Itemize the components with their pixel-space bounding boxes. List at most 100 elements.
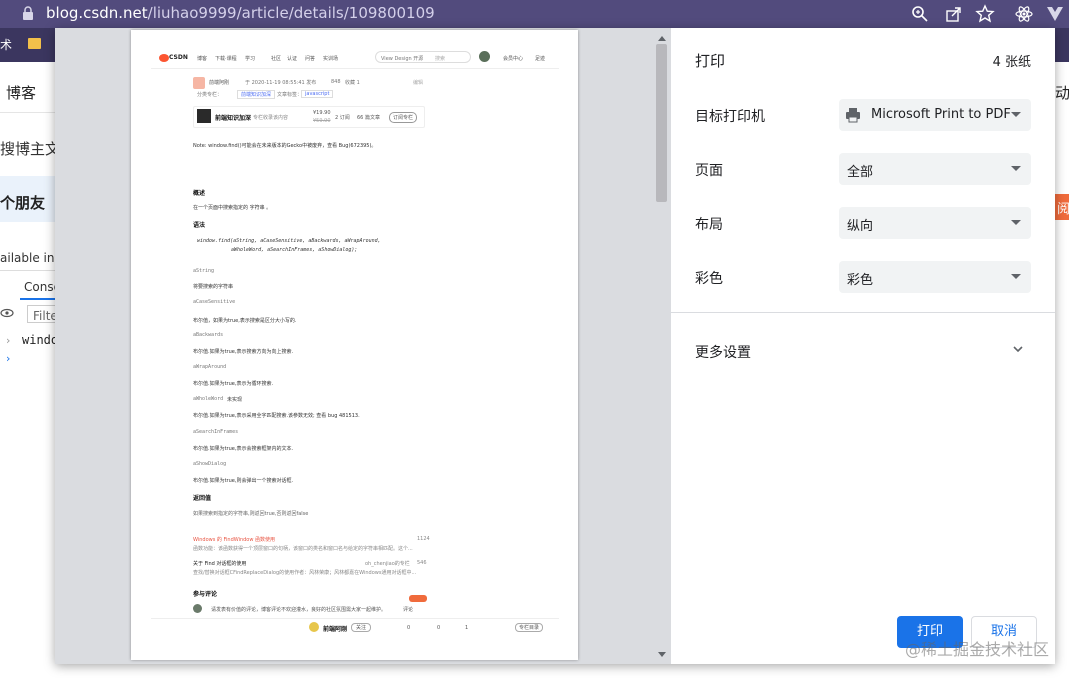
watermark: @稀土掘金技术社区 [904,640,1049,659]
print-settings-panel: 打印 4 张纸 目标打印机 Microsoft Print to PDF 页面 … [671,28,1055,664]
user-link: 足迹 [535,56,546,62]
pages-value: 全部 [847,165,874,180]
color-label: 彩色 [695,271,723,287]
param-desc: 未实现 [227,397,243,403]
eye-icon[interactable] [0,306,14,320]
footer-author: 前端阿刚 [323,626,348,633]
favorite-count: 收藏 1 [345,80,360,86]
lock-icon [23,6,33,20]
destination-value: Microsoft Print to PDF [871,107,1011,122]
bookmark-star-icon[interactable] [975,4,995,24]
category-tag: 前端知识加深 [237,90,276,99]
search-hint: 搜索 [435,56,446,62]
share-icon[interactable] [944,4,964,24]
nav-item: 认证 [287,56,298,62]
search-box-text: 搜博主文 [0,140,55,158]
console-tab[interactable]: Conso [24,280,55,294]
code-line: aWholeWord, aSearchInFrames, aShowDialog… [231,247,358,253]
column-articles: 66 篇文章 [357,115,380,121]
background-page-right: em 动 阅 [1055,62,1069,680]
related-desc: 函数功能：该函数获得一个顶层窗口的句柄，该窗口的类名和窗口名与给定的字符串相匹配… [193,546,413,552]
comment-hint: 请发表有价值的评论，博客评论不欢迎灌水，良好的社区氛围需大家一起维护。 [211,607,387,613]
chevron-down-icon[interactable] [1011,342,1025,356]
original-badge [193,77,205,89]
scroll-down-icon[interactable] [658,652,666,657]
star-count: 1 [465,625,469,631]
preview-scrollbar[interactable] [653,36,667,664]
param-desc: 布尔值.如果为true,表示会搜索框架内的文本. [193,446,294,452]
nav-item: 实训场 [323,56,339,62]
bg-mid-text: 动 [1055,84,1069,102]
param-name: aWrapAround [193,364,227,370]
friends-text: 个朋友 [0,194,46,212]
nav-item: 学习 [245,56,256,62]
chevron-down-icon [1011,220,1021,225]
column-name: 前端知识加深 [215,115,252,122]
column-price: ¥19.90 [313,110,331,116]
avatar [193,604,202,613]
color-value: 彩色 [847,273,874,288]
param-name: aWholeWord [193,396,224,402]
nav-item: 下载·课程 [215,56,237,62]
code-line: window.find(aString, aCaseSensitive, aBa… [197,238,381,244]
url-host: blog.csdn.net [46,4,148,22]
column-dir-button: 专栏目录 [515,623,544,632]
scroll-thumb[interactable] [656,44,667,202]
like-count: 0 [407,625,411,631]
publish-date: 于 2020-11-19 08:55:41 发布 [245,80,317,86]
zoom-icon[interactable] [910,4,930,24]
preview-page: CSDN 博客 下载·课程 学习 社区 认证 问答 实训场 View Desig… [131,30,578,660]
syntax-title: 语法 [193,222,206,229]
chevron-down-icon [1011,274,1021,279]
view-count: 848 [331,79,341,85]
hot-badge [409,595,427,602]
return-text: 如果搜索到指定的字符串,则返回true,否则返回false [193,511,309,517]
return-title: 返回值 [193,495,212,502]
article-tag: javascript [301,90,334,98]
bookmark-item[interactable]: 术 [0,36,12,53]
color-select[interactable]: 彩色 [839,261,1031,293]
browser-url-bar: blog.csdn.net/liuhao9999/article/details… [0,0,1069,28]
divider [671,312,1055,313]
extension-react-icon[interactable] [1014,4,1034,24]
param-name: aShowDialog [193,461,227,467]
sheet-count: 4 张纸 [992,55,1031,70]
param-desc: 布尔值.如果为true,表示采用全字匹配搜索.该参数无效; 查看 bug 481… [193,413,360,419]
related-author: oh_chenjiao的专栏 [365,561,410,567]
param-desc: 布尔值.如果为true,表示为循环搜索. [193,381,274,387]
nav-item: 社区 [271,56,282,62]
column-old-price: ¥59.90 [313,118,331,124]
destination-select[interactable]: Microsoft Print to PDF [839,99,1031,131]
chevron-down-icon [1011,166,1021,171]
layout-value: 纵向 [847,219,874,234]
param-name: aString [193,268,215,274]
print-dialog: CSDN 博客 下载·课程 学习 社区 认证 问答 实训场 View Desig… [55,28,1055,664]
print-preview-area: CSDN 博客 下载·课程 学习 社区 认证 问答 实训场 View Desig… [55,28,671,664]
column-subs: 2 订阅 [335,115,350,121]
related-title: 关于 Find 对话框的使用 [193,561,247,567]
extension-vue-icon[interactable] [1045,4,1065,24]
console-input-arrow[interactable]: › [6,352,10,365]
blog-tab: 博客 [6,84,37,102]
more-settings-toggle[interactable]: 更多设置 [695,342,751,362]
param-desc: 布尔值，如果为true,表示搜索是区分大小写的. [193,318,297,324]
dialog-title: 打印 [695,52,726,70]
param-desc: 布尔值.如果为true,则会弹出一个搜索对话框. [193,478,294,484]
param-desc: 将要搜索的字符串 [193,284,234,290]
related-count: 1124 [417,536,430,542]
scroll-up-icon[interactable] [658,36,666,41]
comments-title: 参与评论 [193,591,218,598]
comment-count: 0 [437,625,441,631]
bg-orange-text: 阅 [1057,202,1069,217]
avatar [479,51,490,62]
column-cover [197,109,211,123]
filter-input[interactable]: Filte [33,309,55,323]
column-desc: 专栏收录该内容 [253,115,289,121]
address-field[interactable]: blog.csdn.net/liuhao9999/article/details… [46,4,435,22]
pages-select[interactable]: 全部 [839,153,1031,185]
layout-select[interactable]: 纵向 [839,207,1031,239]
nav-item: 问答 [305,56,316,62]
printer-icon [846,108,860,123]
folder-icon[interactable] [28,38,41,49]
overview-text: 在一个页面中搜索指定的 字符串 。 [193,205,272,211]
